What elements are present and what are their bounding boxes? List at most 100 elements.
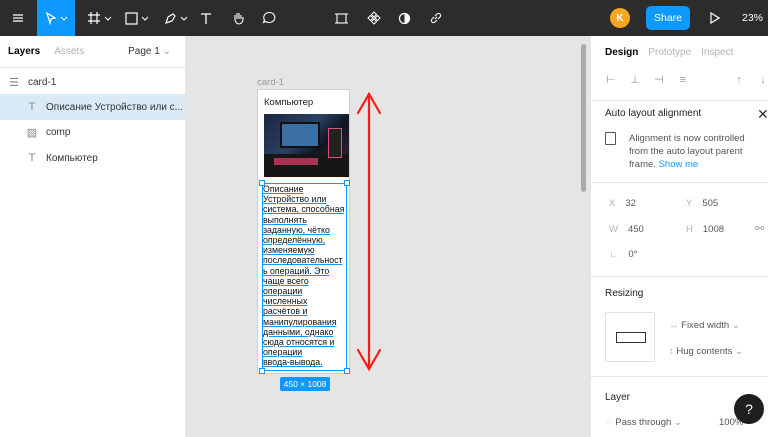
resizing-preview-frame [616,332,646,343]
link-button[interactable] [426,0,446,36]
tab-prototype[interactable]: Prototype [648,47,691,58]
layer-row-card-1[interactable]: ☰ card-1 [0,69,185,95]
y-field[interactable]: Y 505 [686,198,718,209]
chevron-down-icon [104,16,111,21]
description-line: данными, однако [263,326,334,337]
chevron-down-icon: ⌄ [673,417,682,428]
tab-design[interactable]: Design [605,47,638,58]
x-value: 32 [625,198,636,209]
w-field[interactable]: W 450 [609,224,644,235]
text-tool-button[interactable] [196,0,216,36]
text-icon: T [28,101,36,113]
hand-tool-button[interactable] [228,0,248,36]
resize-handle-top-left[interactable] [259,180,265,186]
frame-label[interactable]: card-1 [257,77,284,88]
description-line: операции [263,286,303,297]
distribute-icon[interactable]: ≡ [677,74,689,86]
share-button[interactable]: Share [646,6,690,30]
chevron-down-icon: ⌄ [162,46,171,57]
rotation-field[interactable]: ∟ 0° [609,249,637,260]
present-button[interactable] [704,0,724,36]
align-left-icon[interactable]: ⊢ [605,74,617,86]
horizontal-resizing-select[interactable]: ↔ Fixed width ⌄ [669,320,740,331]
resize-handle-bottom-right[interactable] [344,368,350,374]
layer-row-title[interactable]: T Компьютер [0,145,185,171]
main-menu-button[interactable] [0,0,36,36]
close-icon[interactable]: ✕ [757,106,768,123]
layer-name: Описание Устройство или с... [46,101,184,113]
shape-tool-button[interactable] [120,0,154,36]
description-line: Устройство или [263,194,327,205]
arrow-down-icon[interactable]: ↓ [757,74,768,86]
resize-handle-bottom-left[interactable] [259,368,265,374]
pen-tool-button[interactable] [159,0,193,36]
divider [591,376,768,377]
h-field[interactable]: H 1008 [686,224,724,235]
page-selector[interactable]: Page 1 ⌄ [128,46,171,57]
image-icon: ▨ [26,126,38,139]
card-title[interactable]: Компьютер [264,97,313,108]
description-line: изменяемую [263,245,315,256]
chevron-down-icon: ⌄ [735,346,743,357]
component-icon [367,11,381,25]
vertical-double-arrow [356,91,382,372]
image-keyboard [274,158,318,165]
hand-icon [233,13,244,25]
chevron-down-icon: ⌄ [731,320,740,331]
help-button[interactable]: ? [734,394,764,424]
w-label: W [609,224,618,235]
frame-tool-button[interactable] [82,0,116,36]
comment-icon [262,11,276,24]
description-text[interactable]: Описание Устройство или система, способная… [263,184,347,368]
user-avatar[interactable]: K [610,8,630,28]
description-line: последовательност [263,255,343,266]
chevron-down-icon [60,16,67,21]
description-line: определённую, [263,235,326,246]
description-line: ввода-вывода. [263,357,323,368]
page-name: Page 1 [128,46,160,57]
show-me-link[interactable]: Show me [659,159,699,170]
description-line: выполнять [263,214,307,225]
image-pc-case [328,128,342,158]
description-line: Описание [263,184,304,194]
canvas[interactable]: card-1 Компьютер Описание Устройство или с… [187,36,589,437]
constrain-proportions-icon[interactable]: ⚯ [755,222,764,235]
y-value: 505 [702,198,719,209]
layer-row-description[interactable]: T Описание Устройство или с... [0,94,185,120]
image-monitor [280,122,320,148]
h-value: 1008 [702,224,725,235]
layer-name: comp [46,126,71,138]
comment-tool-button[interactable] [259,0,279,36]
resizing-preview [605,312,655,362]
vertical-resizing-select[interactable]: ↕ Hug contents ⌄ [669,346,743,357]
align-right-icon[interactable]: ⊣ [653,74,665,86]
mask-button[interactable] [394,0,414,36]
create-component-button[interactable] [364,0,384,36]
x-field[interactable]: X 32 [609,198,636,209]
hash-icon [87,12,100,24]
pen-icon [165,12,176,24]
play-icon [709,12,720,24]
tab-layers[interactable]: Layers [8,46,40,57]
tab-assets[interactable]: Assets [54,46,84,57]
layer-row-comp[interactable]: ▨ comp [0,119,185,145]
zoom-level[interactable]: 23% [742,0,763,36]
canvas-scrollbar[interactable] [581,44,586,192]
arrow-up-icon[interactable]: ↑ [733,74,745,86]
description-line: ь операций. Это [263,265,330,276]
tab-inspect[interactable]: Inspect [701,47,733,58]
computer-image[interactable] [264,114,349,177]
crop-frame-icon [334,12,348,24]
figma-menu-icon [13,14,23,22]
text-icon: T [28,152,36,164]
contrast-icon [398,12,410,24]
resize-handle-top-right[interactable] [344,180,350,186]
document-icon [605,132,616,145]
text-icon [201,12,211,24]
align-center-icon[interactable]: ⊥ [629,74,641,86]
left-panel-tabs: Layers Assets Page 1 ⌄ [0,36,185,68]
component-frame-button[interactable] [331,0,351,36]
move-tool-button[interactable] [37,0,75,36]
blend-mode-select[interactable]: ◌ Pass through ⌄ [607,417,682,428]
description-line: манипулирования [263,316,337,327]
